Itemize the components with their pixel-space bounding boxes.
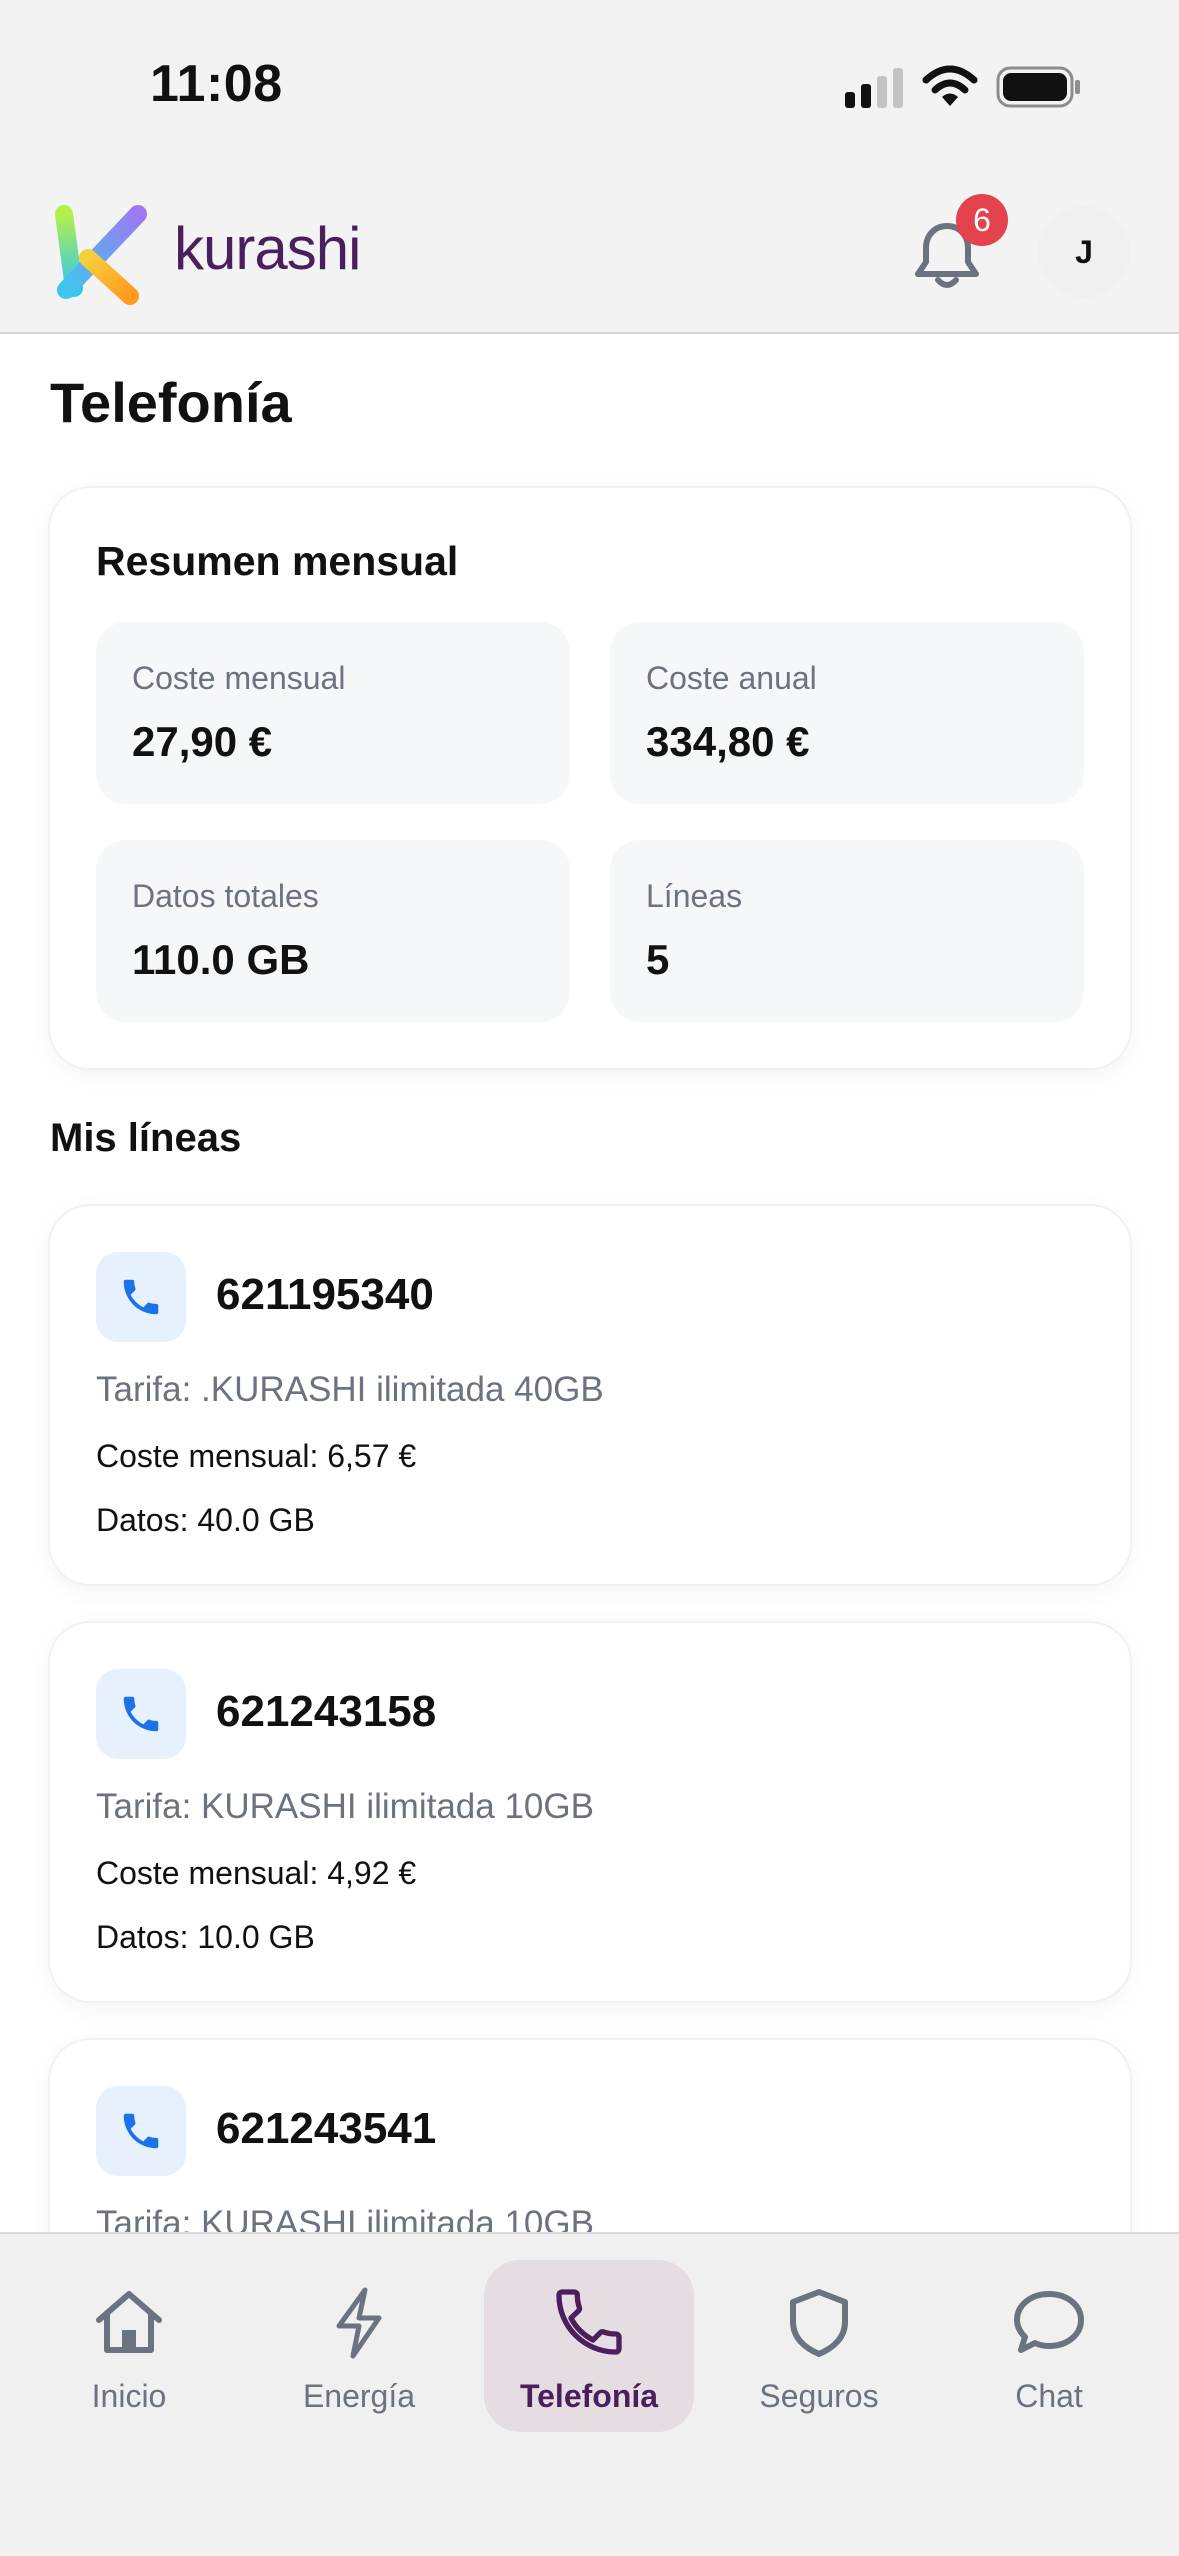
nav-label: Seguros [759, 2378, 879, 2414]
my-lines-title: Mis líneas [50, 1116, 242, 1160]
phone-icon [123, 2113, 159, 2149]
stat-value: 27,90 € [132, 718, 273, 765]
stat-label: Coste anual [646, 660, 817, 696]
wifi-icon [922, 65, 978, 106]
stat-lines-count: Líneas 5 [610, 840, 1084, 1022]
nav-item-chat[interactable]: Chat [944, 2260, 1154, 2432]
line-tariff: Tarifa: .KURASHI ilimitada 40GB [96, 1370, 604, 1409]
line-data: Datos: 40.0 GB [96, 1502, 315, 1538]
nav-label: Telefonía [519, 2378, 659, 2414]
line-number: 621243541 [216, 2104, 437, 2153]
app-header: kurashi 6 J [0, 170, 1179, 334]
status-bar: 11:08 [0, 0, 1179, 170]
page-title: Telefonía [50, 371, 292, 434]
nav-item-inicio[interactable]: Inicio [24, 2260, 234, 2432]
bottom-nav: Inicio Energía Telefonía Seguros Chat [0, 2232, 1179, 2556]
lightning-icon [336, 2287, 382, 2359]
avatar[interactable]: J [1038, 206, 1130, 298]
status-time: 11:08 [150, 55, 283, 113]
nav-label: Chat [1015, 2378, 1083, 2414]
stat-label: Datos totales [132, 878, 319, 914]
line-monthly-cost: Coste mensual: 4,92 € [96, 1855, 417, 1891]
nav-item-telefonia[interactable]: Telefonía [484, 2260, 694, 2432]
kurashi-logo-icon[interactable] [46, 200, 156, 310]
nav-label: Inicio [91, 2378, 167, 2414]
line-number: 621195340 [216, 1270, 434, 1319]
stat-annual-cost: Coste anual 334,80 € [610, 622, 1084, 804]
phone-icon [123, 1696, 159, 1732]
line-monthly-cost: Coste mensual: 6,57 € [96, 1438, 417, 1474]
shield-icon [790, 2289, 848, 2357]
stat-monthly-cost: Coste mensual 27,90 € [96, 622, 570, 804]
app-screen: 11:08 kurashi 6 J Telefonía Resumen mens… [0, 0, 1179, 2556]
summary-title: Resumen mensual [96, 538, 459, 584]
phone-tile [96, 1252, 186, 1342]
line-card[interactable]: 621195340 Tarifa: .KURASHI ilimitada 40G… [50, 1206, 1130, 1584]
phone-icon [123, 1279, 159, 1315]
phone-tile [96, 1669, 186, 1759]
stat-total-data: Datos totales 110.0 GB [96, 840, 570, 1022]
nav-label: Energía [302, 2378, 416, 2414]
stat-value: 5 [646, 936, 670, 983]
chat-icon [1014, 2291, 1084, 2353]
monthly-summary-card: Resumen mensual Coste mensual 27,90 € Co… [50, 488, 1130, 1068]
line-tariff: Tarifa: KURASHI ilimitada 10GB [96, 1787, 594, 1826]
home-icon [96, 2291, 162, 2353]
stat-label: Coste mensual [132, 660, 346, 696]
stat-value: 334,80 € [646, 718, 810, 765]
stat-value: 110.0 GB [132, 936, 310, 983]
cellular-signal-icon [845, 68, 903, 108]
notification-badge: 6 [956, 194, 1008, 246]
phone-icon [556, 2289, 622, 2355]
nav-item-seguros[interactable]: Seguros [714, 2260, 924, 2432]
stat-label: Líneas [646, 878, 743, 914]
battery-icon [996, 66, 1080, 108]
phone-tile [96, 2086, 186, 2176]
line-card[interactable]: 621243158 Tarifa: KURASHI ilimitada 10GB… [50, 1623, 1130, 2001]
brand-name: kurashi [174, 215, 361, 282]
line-number: 621243158 [216, 1687, 437, 1736]
line-data: Datos: 10.0 GB [96, 1919, 315, 1955]
nav-item-energia[interactable]: Energía [254, 2260, 464, 2432]
